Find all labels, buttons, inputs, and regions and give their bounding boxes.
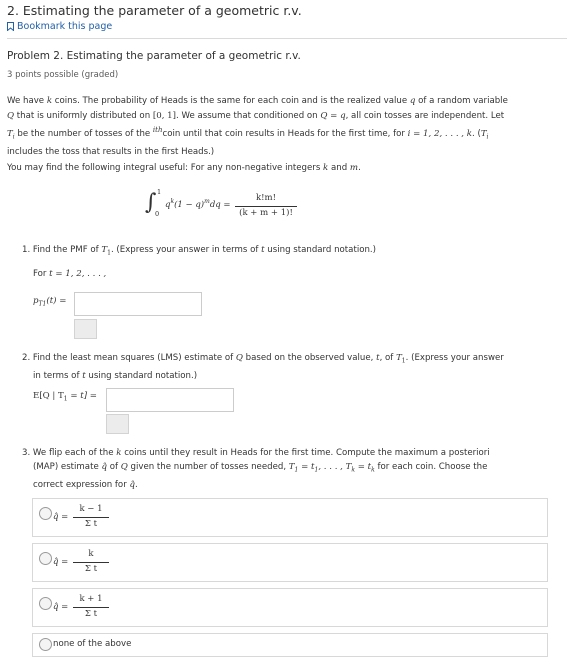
answer-option-1[interactable]: q̂ = k − 1 Σ t: [32, 498, 548, 537]
bookmark-link[interactable]: Bookmark this page: [7, 21, 112, 32]
radio-button[interactable]: [39, 638, 52, 651]
q1-answer-input[interactable]: [74, 292, 202, 316]
answer-option-3[interactable]: q̂ = k + 1 Σ t: [32, 588, 548, 627]
q1-domain-label: For t = 1, 2, . . . ,: [33, 269, 107, 279]
q2-submit-button[interactable]: [106, 414, 129, 434]
bookmark-label: Bookmark this page: [17, 21, 113, 32]
integral-hint: You may find the following integral usef…: [7, 163, 361, 173]
answer-option-2[interactable]: q̂ = k Σ t: [32, 543, 548, 582]
question-1-text: 1. Find the PMF of T1. (Express your ans…: [22, 245, 376, 257]
bookmark-icon: [7, 22, 14, 31]
question-2-text: 2. Find the least mean squares (LMS) est…: [22, 353, 504, 381]
points-label: 3 points possible (graded): [7, 70, 119, 80]
question-3-text: 3. We flip each of the k coins until the…: [22, 448, 490, 490]
answer-option-none[interactable]: none of the above: [32, 633, 548, 657]
option-none-label: none of the above: [53, 639, 132, 649]
page-title: 2. Estimating the parameter of a geometr…: [7, 3, 302, 18]
q2-answer-input[interactable]: [106, 388, 234, 412]
problem-intro: We have k coins. The probability of Head…: [7, 96, 508, 158]
q1-pmf-label: pT1(t) =: [33, 296, 67, 308]
radio-button[interactable]: [39, 552, 52, 565]
q2-expectation-label: E[Q | T1 = t] =: [33, 391, 97, 403]
radio-button[interactable]: [39, 597, 52, 610]
problem-title: Problem 2. Estimating the parameter of a…: [7, 50, 301, 62]
divider: [7, 38, 567, 39]
q1-submit-button[interactable]: [74, 319, 97, 339]
radio-button[interactable]: [39, 507, 52, 520]
